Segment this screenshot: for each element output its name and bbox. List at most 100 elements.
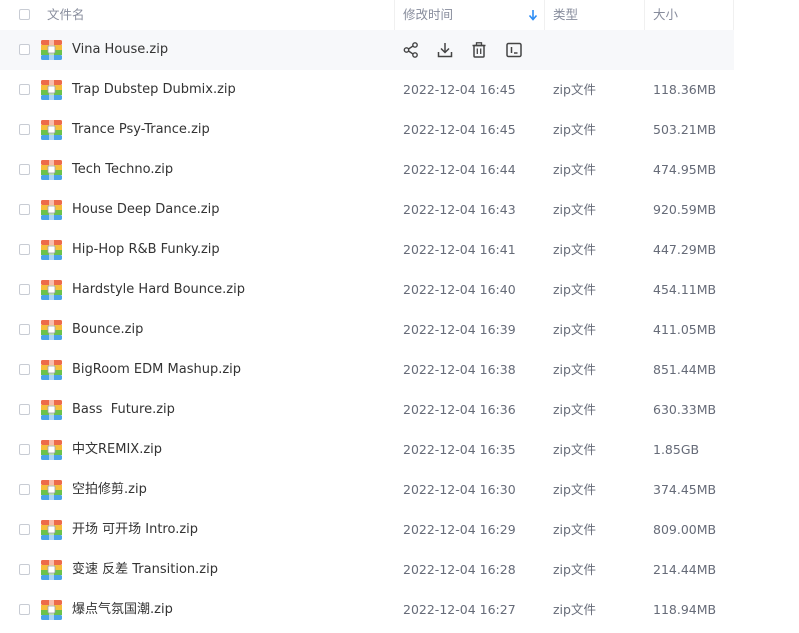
table-row[interactable]: Trance Psy-Trance.zip 2022-12-04 16:45 z… [0, 110, 734, 150]
table-row[interactable]: BigRoom EDM Mashup.zip 2022-12-04 16:38 … [0, 350, 734, 390]
table-row[interactable]: Hardstyle Hard Bounce.zip 2022-12-04 16:… [0, 270, 734, 310]
file-size: 809.00MB [653, 522, 717, 537]
row-checkbox[interactable] [19, 84, 30, 95]
file-type: zip文件 [553, 482, 596, 497]
zip-file-icon [41, 160, 62, 180]
file-size: 1.85GB [653, 442, 700, 457]
file-modified-time: 2022-12-04 16:40 [403, 282, 516, 297]
row-checkbox[interactable] [19, 484, 30, 495]
row-checkbox[interactable] [19, 244, 30, 255]
share-icon[interactable] [402, 41, 420, 59]
file-modified-time: 2022-12-04 16:43 [403, 202, 516, 217]
file-modified-time: 2022-12-04 16:27 [403, 602, 516, 617]
zip-file-icon [41, 200, 62, 220]
file-name[interactable]: Bounce.zip [72, 310, 143, 350]
file-modified-time: 2022-12-04 16:45 [403, 122, 516, 137]
file-name[interactable]: Bass Future.zip [72, 390, 175, 430]
row-checkbox[interactable] [19, 564, 30, 575]
file-type: zip文件 [553, 322, 596, 337]
row-checkbox[interactable] [19, 44, 30, 55]
file-name[interactable]: 爆点气氛国潮.zip [72, 590, 173, 630]
file-name[interactable]: Tech Techno.zip [72, 150, 173, 190]
file-type: zip文件 [553, 522, 596, 537]
file-modified-time: 2022-12-04 16:38 [403, 362, 516, 377]
table-row-hovered[interactable]: Vina House.zip [0, 30, 734, 70]
more-icon[interactable] [505, 41, 523, 59]
table-row[interactable]: House Deep Dance.zip 2022-12-04 16:43 zi… [0, 190, 734, 230]
file-modified-time: 2022-12-04 16:36 [403, 402, 516, 417]
file-name[interactable]: 开场 可开场 Intro.zip [72, 510, 198, 550]
file-size: 118.36MB [653, 82, 717, 97]
file-modified-time: 2022-12-04 16:28 [403, 562, 516, 577]
row-checkbox[interactable] [19, 524, 30, 535]
table-row[interactable]: 变速 反差 Transition.zip 2022-12-04 16:28 zi… [0, 550, 734, 590]
file-name[interactable]: Hardstyle Hard Bounce.zip [72, 270, 245, 310]
table-row[interactable]: 开场 可开场 Intro.zip 2022-12-04 16:29 zip文件 … [0, 510, 734, 550]
file-modified-time: 2022-12-04 16:44 [403, 162, 516, 177]
table-row[interactable]: Tech Techno.zip 2022-12-04 16:44 zip文件 4… [0, 150, 734, 190]
row-checkbox[interactable] [19, 124, 30, 135]
file-type: zip文件 [553, 362, 596, 377]
column-header-name[interactable]: 文件名 [47, 0, 85, 30]
sort-descending-icon[interactable] [528, 8, 538, 22]
zip-file-icon [41, 360, 62, 380]
file-type: zip文件 [553, 162, 596, 177]
file-name[interactable]: Hip-Hop R&B Funky.zip [72, 230, 220, 270]
file-name[interactable]: 空拍修剪.zip [72, 470, 147, 510]
file-name[interactable]: 变速 反差 Transition.zip [72, 550, 218, 590]
delete-icon[interactable] [470, 41, 488, 59]
file-name[interactable]: 中文REMIX.zip [72, 430, 162, 470]
row-checkbox[interactable] [19, 204, 30, 215]
file-name[interactable]: Vina House.zip [72, 30, 168, 70]
file-size: 447.29MB [653, 242, 717, 257]
zip-file-icon [41, 600, 62, 620]
column-header-type[interactable]: 类型 [553, 0, 578, 30]
column-header-size[interactable]: 大小 [653, 0, 678, 30]
zip-file-icon [41, 520, 62, 540]
download-icon[interactable] [436, 41, 454, 59]
row-checkbox[interactable] [19, 364, 30, 375]
table-row[interactable]: 爆点气氛国潮.zip 2022-12-04 16:27 zip文件 118.94… [0, 590, 734, 630]
file-name[interactable]: Trap Dubstep Dubmix.zip [72, 70, 236, 110]
file-type: zip文件 [553, 82, 596, 97]
column-divider[interactable] [544, 0, 545, 30]
file-type: zip文件 [553, 122, 596, 137]
column-header-modified[interactable]: 修改时间 [403, 0, 453, 30]
row-checkbox[interactable] [19, 444, 30, 455]
file-size: 214.44MB [653, 562, 717, 577]
table-row[interactable]: 中文REMIX.zip 2022-12-04 16:35 zip文件 1.85G… [0, 430, 734, 470]
row-checkbox[interactable] [19, 324, 30, 335]
file-type: zip文件 [553, 282, 596, 297]
column-divider[interactable] [644, 0, 645, 30]
table-row[interactable]: 空拍修剪.zip 2022-12-04 16:30 zip文件 374.45MB [0, 470, 734, 510]
file-type: zip文件 [553, 242, 596, 257]
file-size: 374.45MB [653, 482, 717, 497]
row-checkbox[interactable] [19, 404, 30, 415]
zip-file-icon [41, 40, 62, 60]
file-size: 454.11MB [653, 282, 717, 297]
file-name[interactable]: House Deep Dance.zip [72, 190, 219, 230]
file-modified-time: 2022-12-04 16:45 [403, 82, 516, 97]
file-size: 851.44MB [653, 362, 717, 377]
file-name[interactable]: Trance Psy-Trance.zip [72, 110, 210, 150]
row-checkbox[interactable] [19, 164, 30, 175]
row-checkbox[interactable] [19, 284, 30, 295]
row-checkbox[interactable] [19, 604, 30, 615]
table-row[interactable]: Bass Future.zip 2022-12-04 16:36 zip文件 6… [0, 390, 734, 430]
zip-file-icon [41, 280, 62, 300]
column-divider[interactable] [733, 0, 734, 30]
file-size: 411.05MB [653, 322, 717, 337]
file-list: 文件名 修改时间 类型 大小 Vina House.zip Trap Dubst… [0, 0, 799, 633]
file-name[interactable]: BigRoom EDM Mashup.zip [72, 350, 241, 390]
file-size: 630.33MB [653, 402, 717, 417]
file-type: zip文件 [553, 442, 596, 457]
file-modified-time: 2022-12-04 16:39 [403, 322, 516, 337]
zip-file-icon [41, 320, 62, 340]
table-row[interactable]: Bounce.zip 2022-12-04 16:39 zip文件 411.05… [0, 310, 734, 350]
column-divider[interactable] [394, 0, 395, 30]
table-row[interactable]: Trap Dubstep Dubmix.zip 2022-12-04 16:45… [0, 70, 734, 110]
table-row[interactable]: Hip-Hop R&B Funky.zip 2022-12-04 16:41 z… [0, 230, 734, 270]
file-modified-time: 2022-12-04 16:41 [403, 242, 516, 257]
zip-file-icon [41, 480, 62, 500]
select-all-checkbox[interactable] [19, 9, 30, 20]
